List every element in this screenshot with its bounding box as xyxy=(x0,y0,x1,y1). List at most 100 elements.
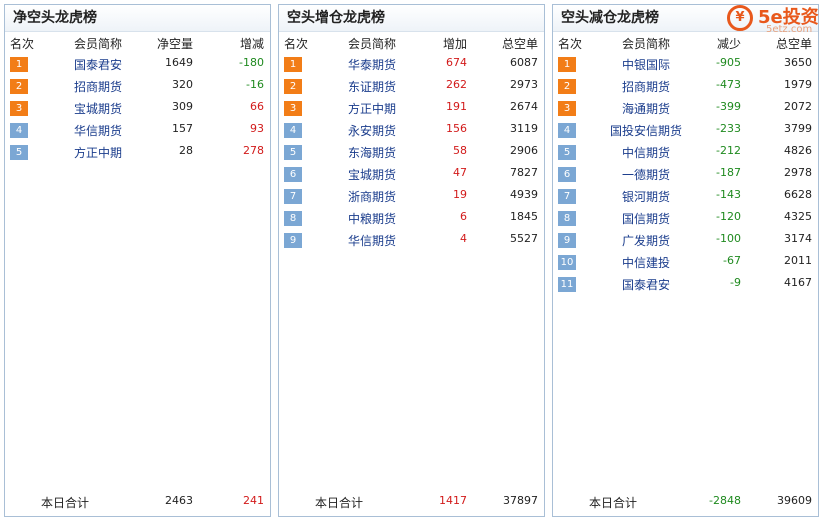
rank-cell: 8 xyxy=(558,210,576,226)
member-name-link[interactable]: 浙商期货 xyxy=(328,188,416,205)
member-name-link[interactable]: 中粮期货 xyxy=(328,210,416,227)
member-name-link[interactable]: 国泰君安 xyxy=(54,56,142,73)
table-row: 3 方正中期 191 2674 xyxy=(279,96,544,118)
value-cell: 19 xyxy=(453,188,467,201)
member-name-link[interactable]: 国信期货 xyxy=(602,210,690,227)
table-row: 8 中粮期货 6 1845 xyxy=(279,206,544,228)
member-name-link[interactable]: 华信期货 xyxy=(328,232,416,249)
rank-cell: 3 xyxy=(10,100,28,116)
member-name-link[interactable]: 招商期货 xyxy=(54,78,142,95)
change-cell: 4939 xyxy=(510,188,538,201)
rank-badge: 3 xyxy=(558,101,576,116)
member-name-link[interactable]: 方正中期 xyxy=(328,100,416,117)
brand-logo[interactable]: ¥ 5e投资 5etz.com xyxy=(726,3,830,37)
rank-column-header: 名次 xyxy=(10,37,35,51)
value-cell: 28 xyxy=(179,144,193,157)
member-name-link[interactable]: 中信期货 xyxy=(602,144,690,161)
value-cell: 262 xyxy=(446,78,467,91)
table-header: 名次 会员简称 增加 总空单 xyxy=(279,32,544,52)
change-column-header: 增减 xyxy=(239,37,264,51)
member-name-link[interactable]: 宝城期货 xyxy=(54,100,142,117)
rank-badge: 1 xyxy=(558,57,576,72)
table-row: 3 海通期货 -399 2072 xyxy=(553,96,818,118)
total-row: 本日合计 -2848 39609 xyxy=(553,492,818,512)
value-cell: -905 xyxy=(716,56,741,69)
member-name-link[interactable]: 华泰期货 xyxy=(328,56,416,73)
change-cell: 3119 xyxy=(510,122,538,135)
value-cell: 320 xyxy=(172,78,193,91)
member-name-link[interactable]: 方正中期 xyxy=(54,144,142,161)
change-cell: 4167 xyxy=(784,276,812,289)
change-cell: 66 xyxy=(250,100,264,113)
rank-column-header: 名次 xyxy=(558,37,583,51)
value-cell: 309 xyxy=(172,100,193,113)
member-name-link[interactable]: 宝城期货 xyxy=(328,166,416,183)
change-cell: 278 xyxy=(243,144,264,157)
rank-cell: 6 xyxy=(284,166,302,182)
rank-cell: 1 xyxy=(558,56,576,72)
change-cell: 93 xyxy=(250,122,264,135)
value-cell: -100 xyxy=(716,232,741,245)
value-cell: -120 xyxy=(716,210,741,223)
change-cell: 3174 xyxy=(784,232,812,245)
rank-cell: 7 xyxy=(558,188,576,204)
short-increase-panel: 空头增仓龙虎榜 名次 会员简称 增加 总空单 1 华泰期货 674 6087 2 东证期货 262 29… xyxy=(278,4,545,517)
rank-cell: 1 xyxy=(10,56,28,72)
member-name-link[interactable]: 一德期货 xyxy=(602,166,690,183)
change-cell: 4826 xyxy=(784,144,812,157)
rank-badge: 3 xyxy=(10,101,28,116)
table-row: 9 广发期货 -100 3174 xyxy=(553,228,818,250)
table-row: 6 一德期货 -187 2978 xyxy=(553,162,818,184)
total-change: 241 xyxy=(243,494,264,507)
rank-badge: 2 xyxy=(10,79,28,94)
rank-cell: 3 xyxy=(558,100,576,116)
rank-badge: 5 xyxy=(284,145,302,160)
rank-badge: 11 xyxy=(558,277,576,292)
rank-badge: 4 xyxy=(558,123,576,138)
change-cell: 7827 xyxy=(510,166,538,179)
rank-badge: 8 xyxy=(284,211,302,226)
value-cell: 4 xyxy=(460,232,467,245)
rank-cell: 2 xyxy=(10,78,28,94)
net-short-panel: 净空头龙虎榜 名次 会员简称 净空量 增减 1 国泰君安 1649 -180 2 招商期货 320 -1… xyxy=(4,4,271,517)
member-name-link[interactable]: 东海期货 xyxy=(328,144,416,161)
change-cell: 3799 xyxy=(784,122,812,135)
member-name-link[interactable]: 海通期货 xyxy=(602,100,690,117)
change-cell: 2906 xyxy=(510,144,538,157)
rank-badge: 4 xyxy=(10,123,28,138)
change-cell: 1979 xyxy=(784,78,812,91)
rank-cell: 2 xyxy=(558,78,576,94)
value-cell: 58 xyxy=(453,144,467,157)
member-name-link[interactable]: 招商期货 xyxy=(602,78,690,95)
member-name-link[interactable]: 永安期货 xyxy=(328,122,416,139)
table-row: 2 招商期货 -473 1979 xyxy=(553,74,818,96)
rank-cell: 2 xyxy=(284,78,302,94)
value-cell: -187 xyxy=(716,166,741,179)
rank-badge: 6 xyxy=(558,167,576,182)
rank-cell: 5 xyxy=(10,144,28,160)
change-cell: 2011 xyxy=(784,254,812,267)
rank-badge: 9 xyxy=(558,233,576,248)
rank-badge: 5 xyxy=(558,145,576,160)
member-name-link[interactable]: 中银国际 xyxy=(602,56,690,73)
change-cell: 4325 xyxy=(784,210,812,223)
total-change: 39609 xyxy=(777,494,812,507)
value-cell: 157 xyxy=(172,122,193,135)
change-cell: 3650 xyxy=(784,56,812,69)
rank-badge: 1 xyxy=(284,57,302,72)
member-name-link[interactable]: 广发期货 xyxy=(602,232,690,249)
rank-cell: 7 xyxy=(284,188,302,204)
table-header: 名次 会员简称 净空量 增减 xyxy=(5,32,270,52)
total-label: 本日合计 xyxy=(589,496,638,510)
member-name-link[interactable]: 东证期货 xyxy=(328,78,416,95)
member-name-link[interactable]: 华信期货 xyxy=(54,122,142,139)
member-name-link[interactable]: 国投安信期货 xyxy=(602,122,690,139)
member-name-link[interactable]: 国泰君安 xyxy=(602,276,690,293)
total-row: 本日合计 2463 241 xyxy=(5,492,270,512)
value-cell: 6 xyxy=(460,210,467,223)
member-name-link[interactable]: 银河期货 xyxy=(602,188,690,205)
table-row: 4 国投安信期货 -233 3799 xyxy=(553,118,818,140)
member-column-header: 会员简称 xyxy=(73,37,122,51)
member-name-link[interactable]: 中信建投 xyxy=(602,254,690,271)
rank-cell: 10 xyxy=(558,254,576,270)
